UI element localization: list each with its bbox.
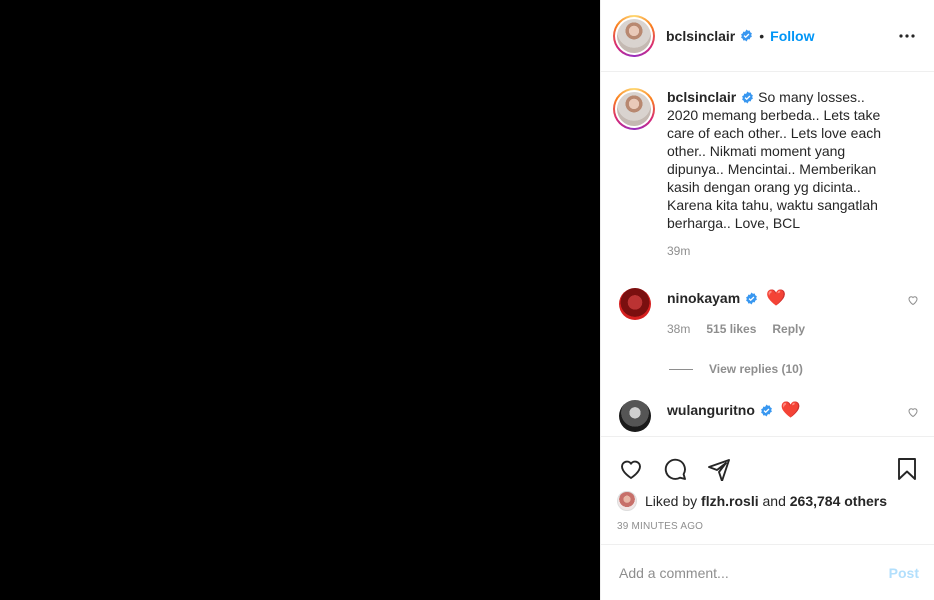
post-header: bclsinclair • Follow: [601, 0, 934, 72]
comment-heart-icon[interactable]: [907, 406, 919, 418]
separator-dot: •: [759, 27, 765, 44]
bookmark-icon[interactable]: [893, 455, 921, 483]
likes-and: and: [762, 493, 786, 509]
verified-badge-icon: [742, 91, 754, 104]
liker-username[interactable]: flzh.rosli: [701, 493, 759, 509]
caption-text: So many losses.. 2020 memang berbeda.. L…: [667, 89, 882, 231]
caption: bclsinclair So many losses.. 2020 memang…: [613, 88, 919, 260]
likes-summary: Liked by flzh.rosli and 263,784 others: [601, 491, 934, 511]
verified-badge-icon: [761, 404, 772, 417]
comment-text: ❤️: [780, 402, 801, 419]
caption-body: bclsinclair So many losses.. 2020 memang…: [667, 88, 897, 260]
heart-icon[interactable]: [617, 455, 645, 483]
comment-item: ninokayam ❤️ 38m 515 likes Reply: [619, 288, 919, 336]
author-avatar[interactable]: [613, 14, 655, 57]
add-comment-bar: Post: [601, 544, 934, 600]
share-icon[interactable]: [705, 455, 733, 483]
comment-likes[interactable]: 515 likes: [706, 322, 756, 336]
comment-item: wulanguritno ❤️: [619, 400, 919, 432]
view-replies-line: [669, 368, 693, 370]
comment-input[interactable]: [619, 564, 889, 581]
caption-time[interactable]: 39m: [667, 242, 897, 260]
likes-others-count[interactable]: 263,784 others: [790, 493, 887, 509]
caption-username[interactable]: bclsinclair: [667, 89, 736, 105]
comment-avatar[interactable]: [619, 288, 651, 320]
post-timestamp[interactable]: 39 MINUTES AGO: [601, 521, 934, 532]
comment-body: ninokayam ❤️ 38m 515 likes Reply: [667, 288, 805, 336]
view-replies-label: View replies (10): [709, 362, 803, 376]
comment-username[interactable]: wulanguritno: [667, 402, 755, 418]
follow-button[interactable]: Follow: [770, 28, 814, 44]
verified-badge-icon: [746, 292, 758, 305]
comment-username[interactable]: ninokayam: [667, 290, 740, 306]
post-media[interactable]: [0, 0, 600, 600]
post-side-panel: bclsinclair • Follow bclsinclair So many…: [600, 0, 934, 600]
more-options-icon[interactable]: [895, 24, 919, 48]
post-actions-section: Liked by flzh.rosli and 263,784 others 3…: [601, 436, 934, 532]
liker-avatar[interactable]: [617, 491, 637, 511]
comment-text: ❤️: [766, 290, 786, 307]
view-replies-button[interactable]: View replies (10): [669, 362, 803, 376]
post-comment-button[interactable]: Post: [889, 565, 919, 581]
action-bar: [601, 437, 934, 489]
author-username[interactable]: bclsinclair: [666, 28, 735, 44]
comments-list[interactable]: bclsinclair So many losses.. 2020 memang…: [601, 72, 934, 436]
comment-heart-icon[interactable]: [907, 294, 919, 306]
caption-author-avatar[interactable]: [613, 88, 655, 130]
comment-reply-button[interactable]: Reply: [772, 322, 805, 336]
verified-badge-icon: [741, 29, 753, 42]
comment-time[interactable]: 38m: [667, 322, 690, 336]
likes-prefix: Liked by: [645, 493, 698, 509]
comment-body: wulanguritno ❤️: [667, 400, 801, 432]
comment-icon[interactable]: [661, 455, 689, 483]
comment-avatar[interactable]: [619, 400, 651, 432]
comment-meta: 38m 515 likes Reply: [667, 322, 805, 336]
